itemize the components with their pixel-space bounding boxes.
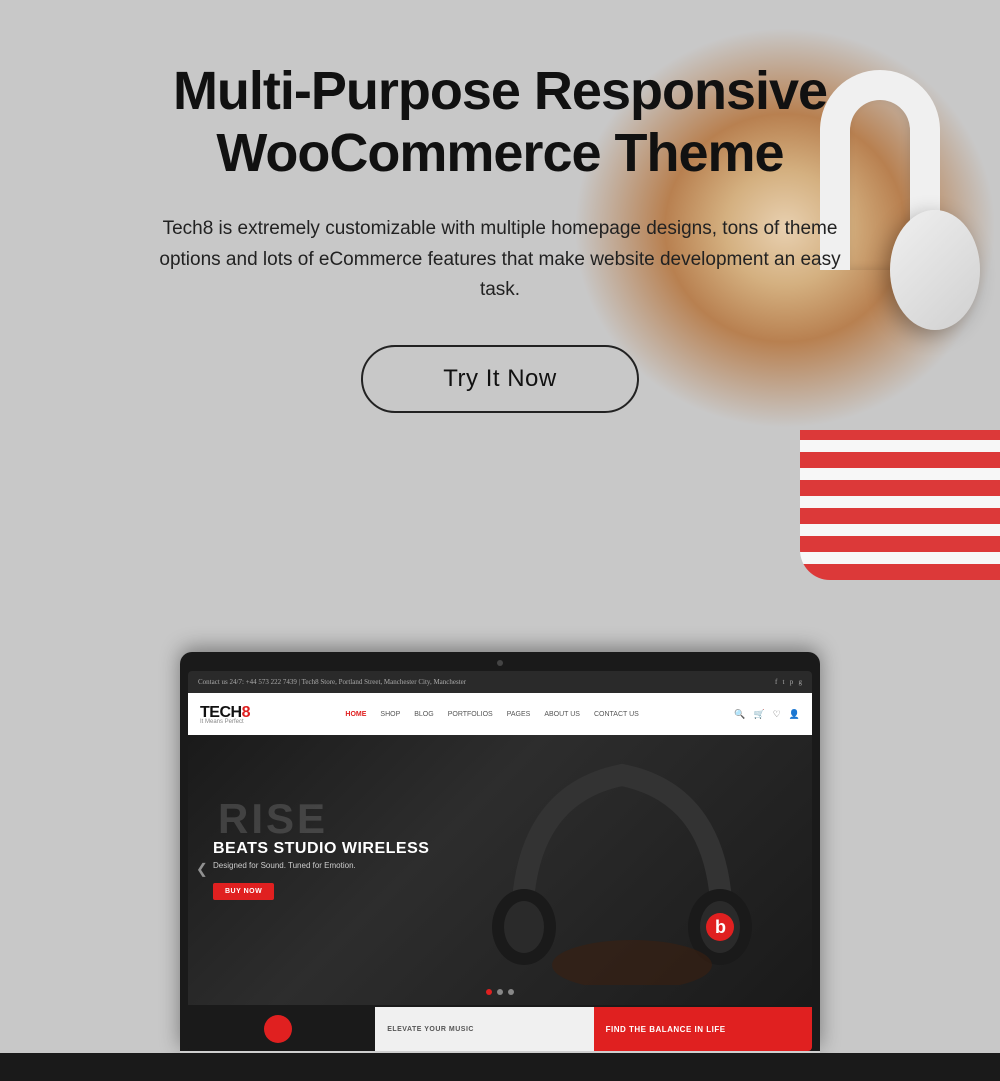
page-title: Multi-Purpose Responsive WooCommerce The…	[80, 60, 920, 184]
strip-left-text: ELEVATE YOUR MUSIC	[387, 1026, 474, 1033]
site-nav-links: HOME SHOP BLOG PORTFOLIOS PAGES ABOUT US…	[345, 711, 638, 718]
logo-highlight: 8	[242, 704, 250, 721]
hero-product-image: b	[472, 745, 792, 995]
site-navbar: TECH8 It Means Perfect HOME SHOP BLOG PO…	[188, 693, 812, 735]
nav-pages: PAGES	[507, 711, 531, 718]
site-hero: RISE BEATS STUDIO WIRELESS Designed for …	[188, 735, 812, 1005]
try-it-now-button[interactable]: Try It Now	[361, 345, 638, 413]
laptop-camera	[497, 660, 503, 666]
topbar-social: f t p g	[775, 678, 802, 686]
strip-balance: FIND THE BALANCE IN LIFE	[594, 1007, 812, 1051]
strip-product	[188, 1007, 375, 1051]
dot-2	[497, 989, 503, 995]
nav-home: HOME	[345, 711, 366, 718]
wishlist-icon: ♡	[773, 709, 781, 720]
hero-title: BEATS STUDIO WIRELESS	[213, 840, 429, 858]
hero-dots	[486, 989, 514, 995]
nav-shop: SHOP	[380, 711, 400, 718]
laptop-lid: Contact us 24/7: +44 573 222 7439 | Tech…	[180, 652, 820, 1051]
nav-about: ABOUT US	[544, 711, 580, 718]
nav-blog: BLOG	[414, 711, 433, 718]
title-line1: Multi-Purpose Responsive	[173, 61, 827, 121]
logo-subtitle: It Means Perfect	[200, 719, 250, 725]
title-line2: WooCommerce Theme	[216, 123, 783, 183]
hero-buy-button: BUY NOW	[213, 883, 274, 900]
hero-subtitle: Designed for Sound. Tuned for Emotion.	[213, 861, 429, 870]
bottom-bar	[0, 1053, 1000, 1081]
topbar-text: Contact us 24/7: +44 573 222 7439 | Tech…	[198, 678, 466, 686]
account-icon: 👤	[789, 709, 800, 720]
strip-right-text: FIND THE BALANCE IN LIFE	[606, 1025, 726, 1034]
nav-portfolios: PORTFOLIOS	[448, 711, 493, 718]
site-nav-icons: 🔍 🛒 ♡ 👤	[734, 709, 800, 720]
site-bottom-strip: ELEVATE YOUR MUSIC FIND THE BALANCE IN L…	[188, 1007, 812, 1051]
site-logo-area: TECH8 It Means Perfect	[200, 704, 250, 725]
cart-icon: 🛒	[753, 709, 764, 720]
laptop-screen: Contact us 24/7: +44 573 222 7439 | Tech…	[188, 671, 812, 1051]
main-content: Multi-Purpose Responsive WooCommerce The…	[0, 0, 1000, 413]
description-text: Tech8 is extremely customizable with mul…	[140, 214, 860, 305]
nav-contact: CONTACT US	[594, 711, 639, 718]
hero-content: BEATS STUDIO WIRELESS Designed for Sound…	[188, 820, 454, 920]
cta-wrapper: Try It Now	[80, 345, 920, 413]
strip-elevate: ELEVATE YOUR MUSIC	[375, 1007, 593, 1051]
dot-1	[486, 989, 492, 995]
svg-text:b: b	[715, 917, 726, 937]
site-logo: TECH8	[200, 704, 250, 721]
site-topbar: Contact us 24/7: +44 573 222 7439 | Tech…	[188, 671, 812, 693]
dot-3	[508, 989, 514, 995]
laptop-outer: Contact us 24/7: +44 573 222 7439 | Tech…	[140, 652, 860, 1081]
beats-headphone-svg: b	[472, 745, 772, 985]
sleeve-decoration	[800, 430, 1000, 580]
product-circle	[264, 1015, 292, 1043]
search-icon: 🔍	[734, 709, 745, 720]
laptop-mockup: Contact us 24/7: +44 573 222 7439 | Tech…	[140, 652, 860, 1081]
